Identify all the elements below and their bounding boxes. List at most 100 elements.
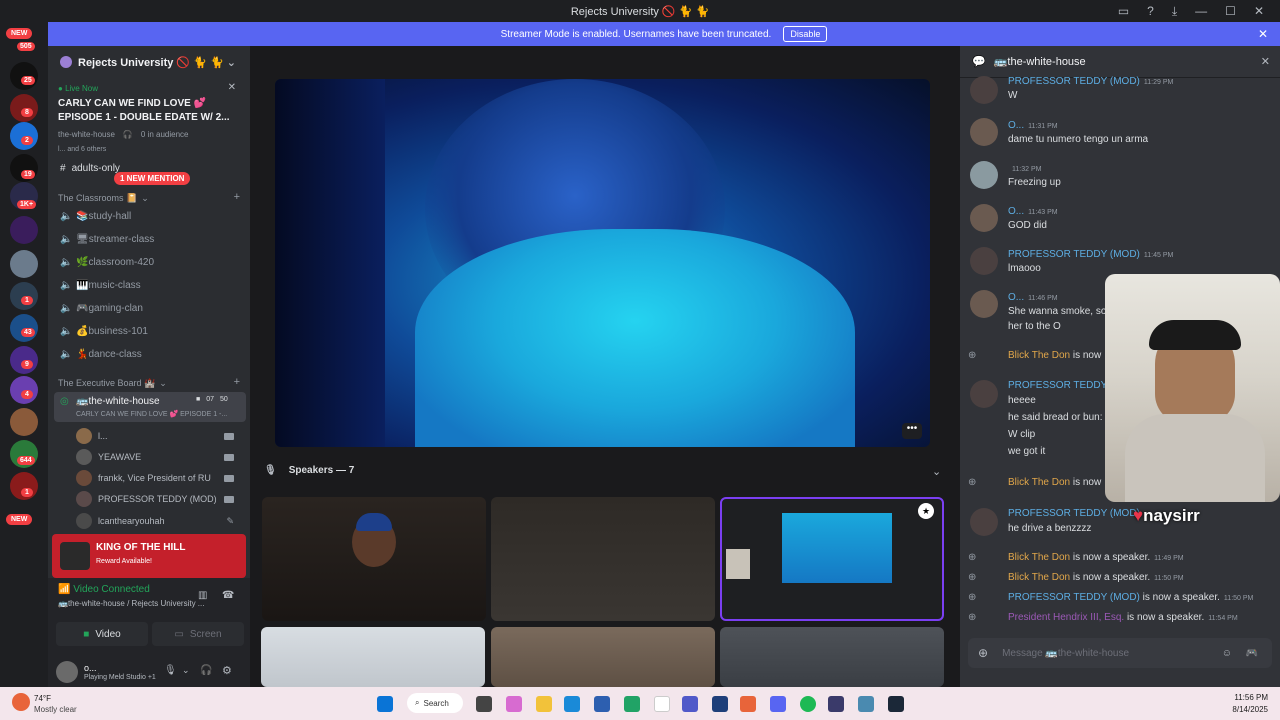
avatar [76,470,92,486]
chevron-down-icon[interactable]: ⌄ [182,665,190,676]
edge-icon[interactable] [564,696,580,712]
file-explorer-icon[interactable] [536,696,552,712]
voice-member[interactable]: lcanthearyouhah ✎ [76,511,242,531]
add-attachment-icon[interactable]: ⊕ [978,646,988,660]
speaker-tile[interactable]: ★ [720,497,944,621]
main-video-stream[interactable]: ••• [275,79,930,447]
voice-channel[interactable]: 🔈 🖥streamer-class [56,229,242,249]
new-badge: NEW [6,28,33,39]
speaker-tile[interactable] [491,497,715,621]
server-icon[interactable] [10,216,38,244]
unread-badge: 43 [21,328,35,337]
category-executive-board[interactable]: The Executive Board 🏰 ⌄ [58,378,167,389]
mention-badge[interactable]: 1 NEW MENTION [114,172,191,185]
store-icon[interactable] [594,696,610,712]
gamepad-icon[interactable]: 🎮 [1246,648,1258,659]
speaker-tile[interactable] [491,627,715,687]
active-voice-channel[interactable]: ◎ 🚌the-white-house ■ 07 50 CARLY CAN WE FI… [54,392,246,422]
minimize-icon[interactable]: — [1195,4,1207,18]
task-view-icon[interactable] [476,696,492,712]
voice-member[interactable]: YEAWAVE [76,447,242,467]
weather-icon[interactable] [12,693,30,711]
channel-counter: ■ 07 50 [196,396,228,403]
vscode-icon[interactable] [712,696,728,712]
firefox-icon[interactable] [740,696,756,712]
avatar [76,513,92,529]
reward-icon [60,542,90,570]
discord-icon[interactable] [770,696,786,712]
voice-channel[interactable]: 🔈 🎹music-class [56,275,242,295]
mic-icon: 🎙 [264,465,277,476]
help-icon[interactable]: ? [1147,4,1154,18]
voice-member[interactable]: l... [76,426,242,446]
avatar [970,290,998,318]
avatar [76,428,92,444]
search-box[interactable]: ⌕ Search [407,693,463,713]
teams-icon[interactable] [682,696,698,712]
disable-button[interactable]: Disable [783,26,828,42]
chevron-down-icon: ⌄ [159,378,167,388]
download-icon[interactable]: ⤓ [1172,4,1177,19]
reward-banner[interactable]: KING OF THE HILL Reward Available! [52,534,246,578]
noise-icon[interactable]: ▥ [198,590,207,601]
close-icon[interactable]: ✕ [1258,27,1268,41]
voice-channel[interactable]: 🔈 💰business-101 [56,321,242,341]
search-icon: ⌕ [415,698,420,707]
avatar[interactable] [56,660,78,683]
voice-channel[interactable]: 🔈 💃dance-class [56,344,242,364]
emoji-icon[interactable]: ☺ [1222,648,1232,659]
disconnect-icon[interactable]: ☎ [222,590,234,601]
user-name: o... [84,662,97,673]
speaker-tile[interactable] [261,627,485,687]
speaker-join-icon: ⊕ [968,350,977,361]
server-icon[interactable] [10,408,38,436]
maximize-icon[interactable]: ☐ [1225,4,1236,18]
spotify-icon[interactable] [800,696,816,712]
voice-channel[interactable]: 🔈 🎮gaming-clan [56,298,242,318]
server-icon[interactable] [10,250,38,278]
speaker-icon: 🔈 [60,279,73,291]
close-icon[interactable]: ✕ [1261,55,1270,68]
gear-icon[interactable]: ⚙ [222,664,232,677]
clock[interactable]: 11:56 PM 8/14/2025 [1232,693,1268,714]
voice-channel[interactable]: 🔈 📚study-hall [56,206,242,226]
speaker-tile[interactable] [262,497,486,621]
unread-badge: 4 [21,390,33,399]
unread-badge: 1 [21,488,33,497]
windows-start-icon[interactable] [377,696,393,712]
video-shirt [415,229,855,447]
more-icon[interactable]: ••• [902,423,922,439]
headphones-icon[interactable]: 🎧 [200,665,212,676]
message-input[interactable]: ⊕ Message 🚌the-white-house ☺ 🎮 [968,638,1272,668]
steam-icon[interactable] [888,696,904,712]
close-icon[interactable]: ✕ [1254,4,1264,18]
excel-icon[interactable] [624,696,640,712]
weather-desc: Mostly clear [34,705,77,714]
hash-icon: # [60,162,66,174]
voice-member[interactable]: PROFESSOR TEDDY (MOD) [76,489,242,509]
app-icon[interactable] [858,696,874,712]
mic-icon[interactable]: 🎙 [164,665,177,676]
voice-channel[interactable]: 🔈 🌿classroom-420 [56,252,242,272]
copilot-icon[interactable] [506,696,522,712]
video-button[interactable]: ■ Video [56,622,148,646]
server-name: Rejects University 🚫 🐈 🐈 [78,56,224,69]
notepad-icon[interactable] [654,696,670,712]
voice-member[interactable]: frankk, Vice President of RU [76,468,242,488]
speaker-tile[interactable] [720,627,944,687]
screen-share-button[interactable]: ▭ Screen [152,622,244,646]
unread-badge: 9 [21,360,33,369]
app-icon[interactable] [828,696,844,712]
close-icon[interactable]: ✕ [228,82,236,93]
add-channel-icon[interactable]: + [234,376,240,388]
chevron-down-icon[interactable]: ⌄ [227,56,236,69]
category-classrooms[interactable]: The Classrooms 📔 ⌄ [58,193,149,204]
chevron-down-icon[interactable]: ⌄ [932,465,941,478]
banner-text: Streamer Mode is enabled. Usernames have… [500,28,772,40]
inbox-icon[interactable]: ▭ [1118,4,1129,18]
add-channel-icon[interactable]: + [234,191,240,203]
server-icon [60,56,72,68]
star-icon[interactable]: ★ [918,503,934,519]
server-header[interactable]: Rejects University 🚫 🐈 🐈 ⌄ [48,46,250,78]
message-placeholder: Message 🚌the-white-house [1002,647,1130,659]
